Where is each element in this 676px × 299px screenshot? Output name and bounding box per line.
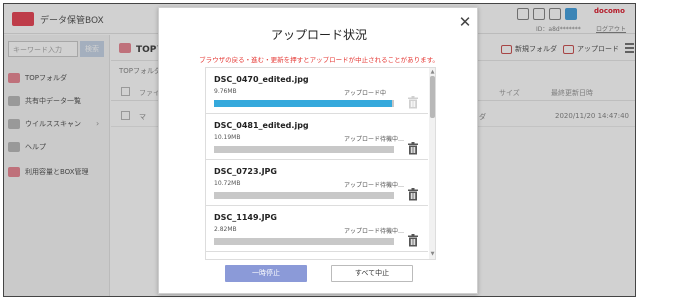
upload-status-dialog: アップロード状況 ✕ ブラウザの戻る・進む・更新を押すとアップロードが中止される… — [158, 7, 478, 294]
progress-bar — [214, 192, 394, 199]
upload-status: アップロード中 — [344, 90, 387, 97]
trash-icon[interactable] — [407, 142, 419, 155]
upload-list: DSC_0470_edited.jpg 9.76MB アップロード中 DSC_0… — [205, 67, 436, 260]
cancel-all-button[interactable]: すべて中止 — [331, 265, 413, 282]
progress-bar — [214, 100, 394, 107]
list-scrollbar[interactable]: ▲ ▼ — [429, 68, 435, 259]
file-size: 9.76MB — [214, 88, 237, 95]
file-size: 10.19MB — [214, 134, 241, 141]
file-size: 10.72MB — [214, 180, 241, 187]
trash-icon — [408, 96, 418, 109]
scrollbar-thumb[interactable] — [430, 76, 435, 118]
file-name: DSC_0481_edited.jpg — [214, 121, 309, 130]
dialog-title: アップロード状況 — [270, 28, 367, 42]
file-name: DSC_0723.JPG — [214, 167, 277, 176]
progress-fill — [214, 100, 393, 107]
screenshot-frame: データ保管BOX docomo ID：a8d******* ログアウト キーワー… — [0, 0, 676, 299]
upload-status: アップロード待機中… — [344, 228, 405, 235]
scroll-up-arrow-icon[interactable]: ▲ — [429, 69, 435, 75]
upload-item: DSC_0723.JPG 10.72MB アップロード待機中… — [206, 160, 428, 206]
upload-status: アップロード待機中… — [344, 182, 405, 189]
progress-bar — [214, 146, 394, 153]
progress-bar — [214, 238, 394, 245]
close-icon[interactable]: ✕ — [457, 14, 473, 30]
file-name: DSC_0470_edited.jpg — [214, 75, 309, 84]
pause-button[interactable]: 一時停止 — [225, 265, 307, 282]
upload-item: DSC_0481_edited.jpg 10.19MB アップロード待機中… — [206, 114, 428, 160]
file-name: DSC_1149.JPG — [214, 213, 277, 222]
scroll-down-arrow-icon[interactable]: ▼ — [429, 251, 435, 257]
warning-message: ブラウザの戻る・進む・更新を押すとアップロードが中止されることがあります。 — [199, 56, 439, 64]
trash-icon[interactable] — [407, 234, 419, 247]
upload-status: アップロード待機中… — [344, 136, 405, 143]
upload-item: DSC_1149.JPG 2.82MB アップロード待機中… — [206, 206, 428, 252]
upload-item: DSC_0470_edited.jpg 9.76MB アップロード中 — [206, 68, 428, 114]
file-size: 2.82MB — [214, 226, 237, 233]
page-margin — [637, 0, 676, 299]
trash-icon[interactable] — [407, 188, 419, 201]
